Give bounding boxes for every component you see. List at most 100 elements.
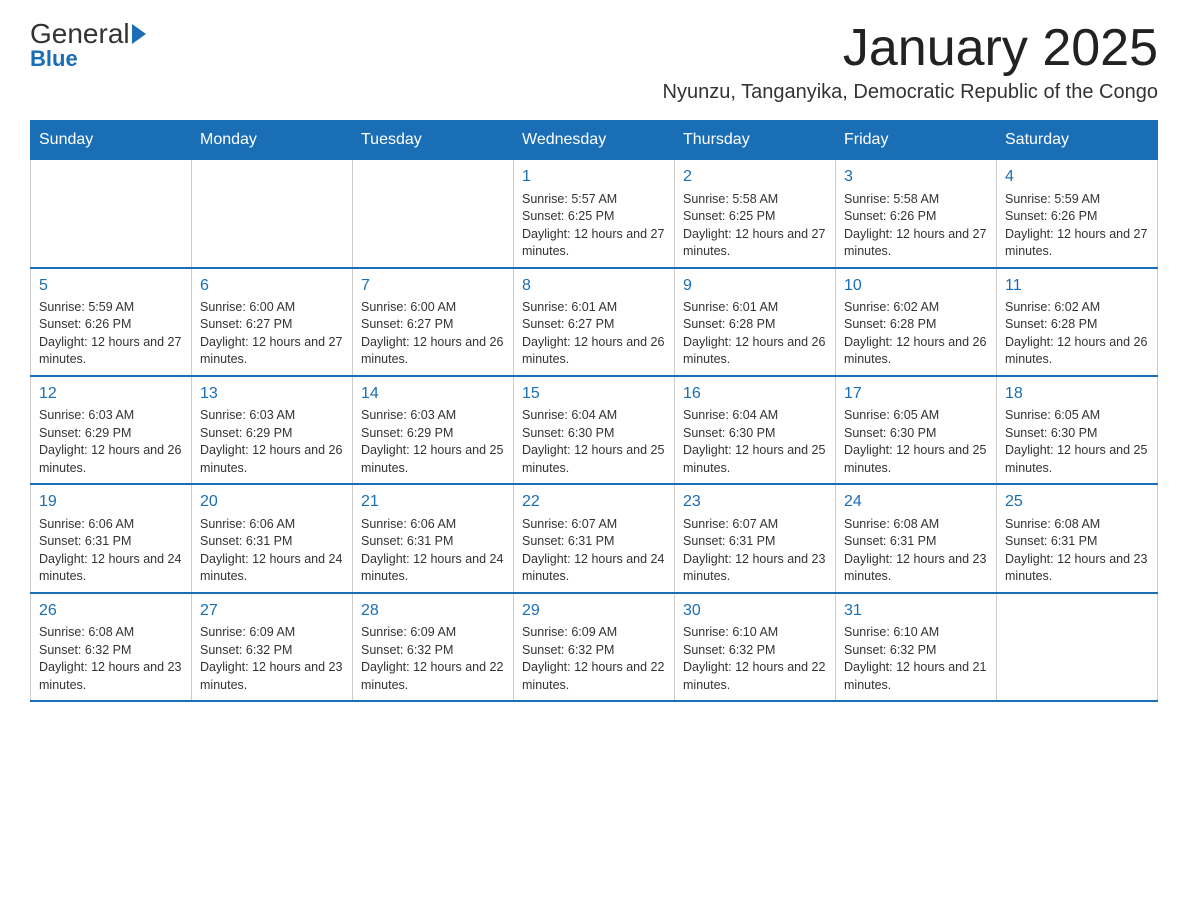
day-number: 13: [200, 383, 344, 405]
calendar-title: January 2025: [663, 20, 1158, 77]
day-number: 17: [844, 383, 988, 405]
day-number: 4: [1005, 166, 1149, 188]
day-number: 7: [361, 275, 505, 297]
table-row: 3 Sunrise: 5:58 AMSunset: 6:26 PMDaylight…: [836, 160, 997, 268]
table-row: 31Sunrise: 6:10 AMSunset: 6:32 PMDayligh…: [836, 593, 997, 701]
day-number: 25: [1005, 491, 1149, 513]
day-number: 1: [522, 166, 666, 188]
table-row: 17Sunrise: 6:05 AMSunset: 6:30 PMDayligh…: [836, 376, 997, 484]
day-info: Sunrise: 6:02 AMSunset: 6:28 PMDaylight:…: [1005, 299, 1149, 369]
table-row: 22 Sunrise: 6:07 AMSunset: 6:31 PMDayligh…: [514, 484, 675, 592]
table-row: 18Sunrise: 6:05 AMSunset: 6:30 PMDayligh…: [997, 376, 1158, 484]
logo-arrow-icon: [132, 24, 146, 44]
day-number: 20: [200, 491, 344, 513]
day-info: Sunrise: 6:09 AMSunset: 6:32 PMDaylight:…: [200, 624, 344, 694]
day-number: 27: [200, 600, 344, 622]
day-info: Sunrise: 6:03 AMSunset: 6:29 PMDaylight:…: [200, 407, 344, 477]
day-number: 5: [39, 275, 183, 297]
table-row: 29Sunrise: 6:09 AMSunset: 6:32 PMDayligh…: [514, 593, 675, 701]
table-row: [192, 160, 353, 268]
logo-general: General: [30, 20, 130, 48]
table-row: [31, 160, 192, 268]
table-row: 28Sunrise: 6:09 AMSunset: 6:32 PMDayligh…: [353, 593, 514, 701]
col-sunday: Sunday: [31, 121, 192, 160]
table-row: 24Sunrise: 6:08 AMSunset: 6:31 PMDayligh…: [836, 484, 997, 592]
table-row: 10Sunrise: 6:02 AMSunset: 6:28 PMDayligh…: [836, 268, 997, 376]
day-info: Sunrise: 6:10 AMSunset: 6:32 PMDaylight:…: [683, 624, 827, 694]
table-row: 5Sunrise: 5:59 AMSunset: 6:26 PMDaylight…: [31, 268, 192, 376]
table-row: 23 Sunrise: 6:07 AMSunset: 6:31 PMDayligh…: [675, 484, 836, 592]
day-number: 26: [39, 600, 183, 622]
day-number: 30: [683, 600, 827, 622]
table-row: 21Sunrise: 6:06 AMSunset: 6:31 PMDayligh…: [353, 484, 514, 592]
day-number: 18: [1005, 383, 1149, 405]
table-row: 7Sunrise: 6:00 AMSunset: 6:27 PMDaylight…: [353, 268, 514, 376]
day-info: Sunrise: 6:09 AMSunset: 6:32 PMDaylight:…: [522, 624, 666, 694]
table-row: 2Sunrise: 5:58 AMSunset: 6:25 PMDaylight…: [675, 160, 836, 268]
day-number: 29: [522, 600, 666, 622]
day-number: 11: [1005, 275, 1149, 297]
table-row: 12Sunrise: 6:03 AMSunset: 6:29 PMDayligh…: [31, 376, 192, 484]
day-info: Sunrise: 5:57 AMSunset: 6:25 PMDaylight:…: [522, 191, 666, 261]
day-number: 9: [683, 275, 827, 297]
col-saturday: Saturday: [997, 121, 1158, 160]
day-info: Sunrise: 6:08 AMSunset: 6:31 PMDaylight:…: [1005, 516, 1149, 586]
calendar-week-row: 1 Sunrise: 5:57 AMSunset: 6:25 PMDaylight…: [31, 160, 1158, 268]
day-info: Sunrise: 6:02 AMSunset: 6:28 PMDaylight:…: [844, 299, 988, 369]
logo-blue: Blue: [30, 46, 78, 72]
table-row: 1 Sunrise: 5:57 AMSunset: 6:25 PMDaylight…: [514, 160, 675, 268]
table-row: 11Sunrise: 6:02 AMSunset: 6:28 PMDayligh…: [997, 268, 1158, 376]
calendar-week-row: 5Sunrise: 5:59 AMSunset: 6:26 PMDaylight…: [31, 268, 1158, 376]
day-number: 6: [200, 275, 344, 297]
day-info: Sunrise: 6:00 AMSunset: 6:27 PMDaylight:…: [200, 299, 344, 369]
logo: General Blue: [30, 20, 146, 72]
day-info: Sunrise: 5:59 AMSunset: 6:26 PMDaylight:…: [1005, 191, 1149, 261]
table-row: 9Sunrise: 6:01 AMSunset: 6:28 PMDaylight…: [675, 268, 836, 376]
day-info: Sunrise: 6:10 AMSunset: 6:32 PMDaylight:…: [844, 624, 988, 694]
table-row: 16Sunrise: 6:04 AMSunset: 6:30 PMDayligh…: [675, 376, 836, 484]
day-number: 8: [522, 275, 666, 297]
calendar-week-row: 19Sunrise: 6:06 AMSunset: 6:31 PMDayligh…: [31, 484, 1158, 592]
day-number: 16: [683, 383, 827, 405]
day-info: Sunrise: 6:00 AMSunset: 6:27 PMDaylight:…: [361, 299, 505, 369]
day-number: 28: [361, 600, 505, 622]
day-info: Sunrise: 6:04 AMSunset: 6:30 PMDaylight:…: [683, 407, 827, 477]
day-info: Sunrise: 6:01 AMSunset: 6:27 PMDaylight:…: [522, 299, 666, 369]
day-info: Sunrise: 6:06 AMSunset: 6:31 PMDaylight:…: [200, 516, 344, 586]
day-info: Sunrise: 6:03 AMSunset: 6:29 PMDaylight:…: [361, 407, 505, 477]
table-row: 20 Sunrise: 6:06 AMSunset: 6:31 PMDayligh…: [192, 484, 353, 592]
table-row: 25 Sunrise: 6:08 AMSunset: 6:31 PMDayligh…: [997, 484, 1158, 592]
title-area: January 2025 Nyunzu, Tanganyika, Democra…: [663, 20, 1158, 104]
calendar-subtitle: Nyunzu, Tanganyika, Democratic Republic …: [663, 81, 1158, 104]
table-row: 14Sunrise: 6:03 AMSunset: 6:29 PMDayligh…: [353, 376, 514, 484]
table-row: 26Sunrise: 6:08 AMSunset: 6:32 PMDayligh…: [31, 593, 192, 701]
day-number: 15: [522, 383, 666, 405]
table-row: [353, 160, 514, 268]
day-number: 24: [844, 491, 988, 513]
day-info: Sunrise: 6:06 AMSunset: 6:31 PMDaylight:…: [39, 516, 183, 586]
col-monday: Monday: [192, 121, 353, 160]
day-info: Sunrise: 5:59 AMSunset: 6:26 PMDaylight:…: [39, 299, 183, 369]
day-number: 12: [39, 383, 183, 405]
table-row: [997, 593, 1158, 701]
day-info: Sunrise: 6:06 AMSunset: 6:31 PMDaylight:…: [361, 516, 505, 586]
day-number: 22: [522, 491, 666, 513]
day-info: Sunrise: 6:05 AMSunset: 6:30 PMDaylight:…: [844, 407, 988, 477]
calendar-table: Sunday Monday Tuesday Wednesday Thursday…: [30, 120, 1158, 702]
col-thursday: Thursday: [675, 121, 836, 160]
day-info: Sunrise: 5:58 AMSunset: 6:26 PMDaylight:…: [844, 191, 988, 261]
day-number: 10: [844, 275, 988, 297]
header: General Blue January 2025 Nyunzu, Tangan…: [30, 20, 1158, 104]
table-row: 30Sunrise: 6:10 AMSunset: 6:32 PMDayligh…: [675, 593, 836, 701]
day-number: 23: [683, 491, 827, 513]
table-row: 6Sunrise: 6:00 AMSunset: 6:27 PMDaylight…: [192, 268, 353, 376]
day-info: Sunrise: 6:07 AMSunset: 6:31 PMDaylight:…: [683, 516, 827, 586]
day-number: 31: [844, 600, 988, 622]
day-info: Sunrise: 6:09 AMSunset: 6:32 PMDaylight:…: [361, 624, 505, 694]
table-row: 13Sunrise: 6:03 AMSunset: 6:29 PMDayligh…: [192, 376, 353, 484]
day-info: Sunrise: 6:07 AMSunset: 6:31 PMDaylight:…: [522, 516, 666, 586]
day-info: Sunrise: 5:58 AMSunset: 6:25 PMDaylight:…: [683, 191, 827, 261]
table-row: 27Sunrise: 6:09 AMSunset: 6:32 PMDayligh…: [192, 593, 353, 701]
day-number: 3: [844, 166, 988, 188]
day-info: Sunrise: 6:03 AMSunset: 6:29 PMDaylight:…: [39, 407, 183, 477]
